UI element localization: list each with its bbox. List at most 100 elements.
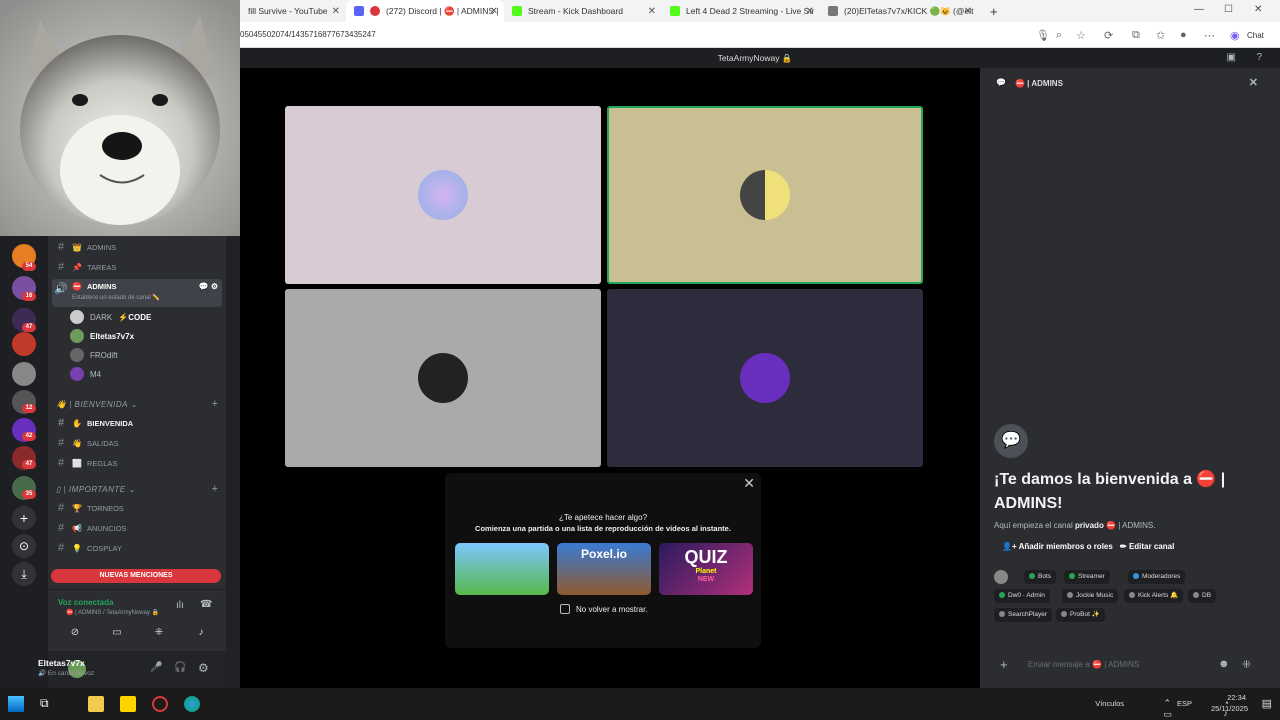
- favorites-icon[interactable]: ✩: [1156, 29, 1165, 42]
- close-icon[interactable]: ✕: [648, 6, 656, 17]
- refresh-icon[interactable]: ⟳: [1104, 29, 1113, 42]
- activities-icon[interactable]: ⁜: [140, 624, 178, 642]
- browser-tab-youtube[interactable]: fill Survive - YouTube ✕: [240, 0, 346, 22]
- close-icon[interactable]: ✕: [490, 6, 498, 17]
- windows-start-icon[interactable]: [8, 696, 24, 712]
- voice-user[interactable]: DARK ⚡CODE: [70, 309, 151, 325]
- channel-anuncios[interactable]: # 📢 ANUNCIOS: [52, 519, 222, 537]
- close-icon[interactable]: ✕: [806, 6, 814, 17]
- clock-time[interactable]: 22:34: [1227, 693, 1246, 702]
- apps-icon[interactable]: ⁜: [1242, 658, 1251, 671]
- add-channel-icon[interactable]: +: [212, 483, 218, 495]
- noise-suppression-icon[interactable]: ılı: [176, 600, 184, 611]
- language-indicator[interactable]: ESP: [1177, 699, 1192, 708]
- url-text[interactable]: 05045502074/1435716877673435247: [240, 30, 376, 39]
- server-icon[interactable]: [12, 362, 36, 386]
- browser-tab-l4d2[interactable]: Left 4 Dead 2 Streaming - Live Str ✕: [662, 0, 820, 22]
- channel-bienvenida[interactable]: # ✋ BIENVENIDA: [52, 414, 222, 432]
- edit-channel-button[interactable]: ✏ Editar canal: [1120, 542, 1174, 551]
- new-mentions-button[interactable]: NUEVAS MENCIONES: [51, 569, 221, 583]
- checkbox-icon[interactable]: [560, 604, 570, 614]
- game-card-quiz[interactable]: QUIZ Planet NEW: [659, 543, 753, 595]
- close-icon[interactable]: ✕: [332, 6, 340, 17]
- camera-off-icon[interactable]: ⊘: [56, 624, 94, 642]
- message-input[interactable]: Enviar mensaje a ⛔ | ADMINS: [1028, 660, 1139, 669]
- download-icon[interactable]: ⤓: [12, 562, 36, 586]
- role-tag[interactable]: Jockie Music: [1062, 589, 1119, 603]
- role-tag[interactable]: Moderadores: [1128, 570, 1186, 584]
- role-tag[interactable]: ProBot ✨: [1056, 608, 1105, 622]
- add-channel-icon[interactable]: +: [212, 398, 218, 410]
- channel-tareas[interactable]: # 📌 TAREAS: [52, 258, 222, 276]
- notification-icon[interactable]: ▤: [1262, 697, 1272, 710]
- settings-icon[interactable]: 💬 ⚙: [199, 282, 218, 291]
- copilot-icon[interactable]: ◉: [1230, 29, 1240, 42]
- channel-salidas[interactable]: # 👋 SALIDAS: [52, 434, 222, 452]
- role-tag[interactable]: Streamer: [1064, 570, 1110, 584]
- channel-reglas[interactable]: # ⬜ REGLAS: [52, 454, 222, 472]
- add-server-icon[interactable]: +: [12, 506, 36, 530]
- message-composer[interactable]: + Enviar mensaje a ⛔ | ADMINS ☻ ⁜: [994, 652, 1264, 678]
- add-attachment-icon[interactable]: +: [1000, 657, 1008, 672]
- screen-share-icon[interactable]: ▭: [98, 624, 136, 642]
- add-members-button[interactable]: 👤+ Añadir miembros o roles: [1002, 542, 1113, 551]
- mic-icon[interactable]: 🎙: [1036, 29, 1050, 42]
- links-label[interactable]: Vínculos: [1095, 699, 1124, 708]
- soundboard-icon[interactable]: ♪: [182, 624, 220, 642]
- emoji-icon[interactable]: ☻: [1218, 658, 1230, 670]
- tray-icons[interactable]: ⌃ ▭ ⌂: [1164, 698, 1173, 720]
- help-icon[interactable]: ?: [1256, 52, 1262, 63]
- role-tag[interactable]: Bots: [1024, 570, 1057, 584]
- user-settings-icon[interactable]: ⚙: [198, 661, 209, 675]
- role-tag[interactable]: Kick Alerts 🔔: [1124, 589, 1184, 603]
- maximize-button[interactable]: ☐: [1224, 4, 1233, 15]
- channel-admins-voice[interactable]: 🔊 ⛔ ADMINS Establece un estado de canal ✏️…: [52, 279, 222, 307]
- browser-tab-kick-dashboard[interactable]: Stream - Kick Dashboard ✕: [504, 0, 662, 22]
- dont-show-again-checkbox[interactable]: No volver a mostrar.: [560, 604, 648, 614]
- role-tag[interactable]: Dw0 · Admin: [994, 589, 1050, 603]
- disconnect-icon[interactable]: ☎: [200, 599, 212, 610]
- chat-button[interactable]: Chat: [1247, 31, 1264, 40]
- channel-admins-text[interactable]: # 👑 ADMINS: [52, 238, 222, 256]
- more-icon[interactable]: ⋯: [1204, 29, 1215, 42]
- page-scrollbar[interactable]: [1270, 68, 1280, 688]
- microphone-icon[interactable]: 🎤: [150, 662, 162, 673]
- category-importante[interactable]: ▯ | IMPORTANTE ⌄: [56, 485, 136, 494]
- voice-channel-path[interactable]: ⛔ | ADMINS / TetaArmyNoway 🔒: [66, 609, 159, 616]
- game-card-poxel[interactable]: Poxel.io: [557, 543, 651, 595]
- close-icon[interactable]: ✕: [964, 6, 972, 17]
- participant-tile[interactable]: [607, 289, 923, 467]
- channel-cosplay[interactable]: # 💡 COSPLAY: [52, 539, 222, 557]
- role-tag[interactable]: SearchPlayer: [994, 608, 1053, 622]
- profile-icon[interactable]: ●: [1180, 29, 1187, 41]
- participant-tile[interactable]: [285, 106, 601, 284]
- role-tag[interactable]: DB: [1188, 589, 1217, 603]
- recording-app-icon[interactable]: [152, 696, 168, 712]
- category-bienvenida[interactable]: 👋 | BIENVENIDA ⌄: [56, 400, 138, 409]
- app-icon[interactable]: [120, 696, 136, 712]
- inbox-icon[interactable]: ▣: [1227, 52, 1236, 63]
- close-icon[interactable]: ✕: [743, 475, 755, 492]
- game-card-1[interactable]: [455, 543, 549, 595]
- clock-date[interactable]: 25/11/2025: [1211, 704, 1248, 713]
- edge-browser-icon[interactable]: [184, 696, 200, 712]
- voice-status[interactable]: Voz conectada: [58, 598, 113, 607]
- participant-tile[interactable]: [285, 289, 601, 467]
- favorite-star-icon[interactable]: ☆: [1076, 29, 1086, 42]
- task-view-icon[interactable]: ⧉: [40, 696, 56, 712]
- close-window-button[interactable]: ✕: [1254, 4, 1262, 15]
- explore-icon[interactable]: ⊙: [12, 534, 36, 558]
- voice-user[interactable]: Eltetas7v7x: [70, 328, 134, 344]
- file-explorer-icon[interactable]: [88, 696, 104, 712]
- browser-tab-discord[interactable]: (272) Discord | ⛔ | ADMINS | ✕: [346, 0, 504, 22]
- voice-user[interactable]: FROdift: [70, 347, 118, 363]
- headphones-icon[interactable]: 🎧: [174, 662, 186, 673]
- channel-status[interactable]: Establece un estado de canal ✏️: [72, 294, 160, 301]
- voice-user[interactable]: M4: [70, 366, 101, 382]
- channel-torneos[interactable]: # 🏆 TORNEOS: [52, 499, 222, 517]
- close-icon[interactable]: ✕: [1249, 76, 1258, 89]
- browser-tab-kick-profile[interactable]: (20)ElTetas7v7x/KICK 🟢😺 (@elt ✕: [820, 0, 978, 22]
- participant-tile-speaking[interactable]: [607, 106, 923, 284]
- minimize-button[interactable]: —: [1194, 4, 1204, 15]
- search-icon[interactable]: ⌕: [1056, 29, 1062, 42]
